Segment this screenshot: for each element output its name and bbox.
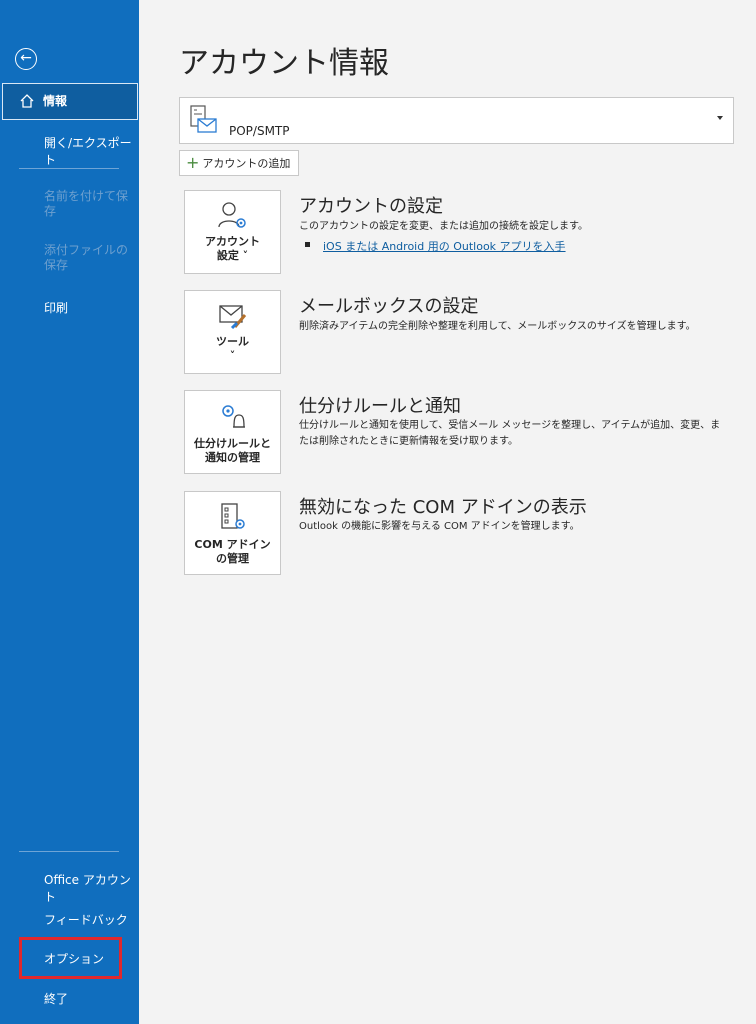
account-settings-button[interactable]: アカウント 設定 ˅ — [184, 190, 281, 274]
chevron-down-icon — [717, 116, 723, 120]
tile-label: 仕分けルールと 通知の管理 — [194, 437, 271, 464]
tile-label: ツール ˅ — [216, 335, 249, 362]
backstage-sidebar: ← 情報 開く/エクスポート 名前を付けて保存 添付ファイルの保存 印刷 Off… — [0, 0, 139, 1024]
nav-item-office-account[interactable]: Office アカウント — [0, 871, 139, 905]
section-title: 仕分けルールと通知 — [299, 396, 461, 417]
page-title: アカウント情報 — [179, 46, 389, 81]
section-description: 仕分けルールと通知を使用して、受信メール メッセージを整理し、アイテムが追加、変… — [299, 420, 721, 447]
account-dropdown[interactable]: POP/SMTP — [179, 97, 734, 144]
section-title: アカウントの設定 — [299, 196, 443, 217]
plus-icon: + — [186, 153, 200, 172]
nav-divider — [19, 851, 119, 852]
section-description: このアカウントの設定を変更、または追加の接続を設定します。 — [299, 221, 588, 232]
nav-item-save-attachments: 添付ファイルの保存 — [44, 243, 129, 272]
nav-item-save-as: 名前を付けて保存 — [44, 189, 129, 218]
tile-label: アカウント 設定 ˅ — [205, 235, 260, 262]
home-icon — [20, 94, 34, 108]
add-account-button[interactable]: + アカウントの追加 — [179, 150, 300, 176]
nav-divider — [19, 168, 119, 169]
section-title: 無効になった COM アドインの表示 — [299, 497, 587, 518]
section-description: Outlook の機能に影響を与える COM アドインを管理します。 — [299, 521, 580, 532]
add-account-label: アカウントの追加 — [202, 157, 291, 170]
outlook-mobile-app-link[interactable]: iOS または Android 用の Outlook アプリを入手 — [323, 238, 566, 254]
nav-item-label: 情報 — [43, 94, 68, 108]
manage-com-addins-button[interactable]: COM アドイン の管理 — [184, 491, 281, 575]
manage-rules-alerts-button[interactable]: 仕分けルールと 通知の管理 — [184, 390, 281, 474]
section-title: メールボックスの設定 — [299, 296, 479, 317]
mail-account-icon — [190, 105, 217, 133]
tools-button[interactable]: ツール ˅ — [184, 290, 281, 374]
bullet-icon — [305, 242, 310, 247]
account-name: POP/SMTP — [229, 124, 290, 138]
com-addins-icon — [221, 503, 245, 529]
nav-item-feedback[interactable]: フィードバック — [0, 911, 139, 928]
nav-item-exit[interactable]: 終了 — [0, 990, 139, 1007]
back-arrow-icon[interactable]: ← — [15, 48, 37, 70]
mailbox-tools-icon — [219, 305, 247, 330]
options-highlight-box — [19, 937, 122, 979]
rules-alerts-icon — [222, 405, 245, 428]
section-description: 削除済みアイテムの完全削除や整理を利用して、メールボックスのサイズを管理します。 — [299, 321, 696, 332]
nav-item-open-export[interactable]: 開く/エクスポート — [0, 134, 139, 168]
tile-label: COM アドイン の管理 — [194, 538, 271, 565]
nav-item-info[interactable]: 情報 — [2, 83, 138, 120]
account-settings-icon — [218, 202, 246, 228]
nav-item-print[interactable]: 印刷 — [0, 299, 139, 316]
